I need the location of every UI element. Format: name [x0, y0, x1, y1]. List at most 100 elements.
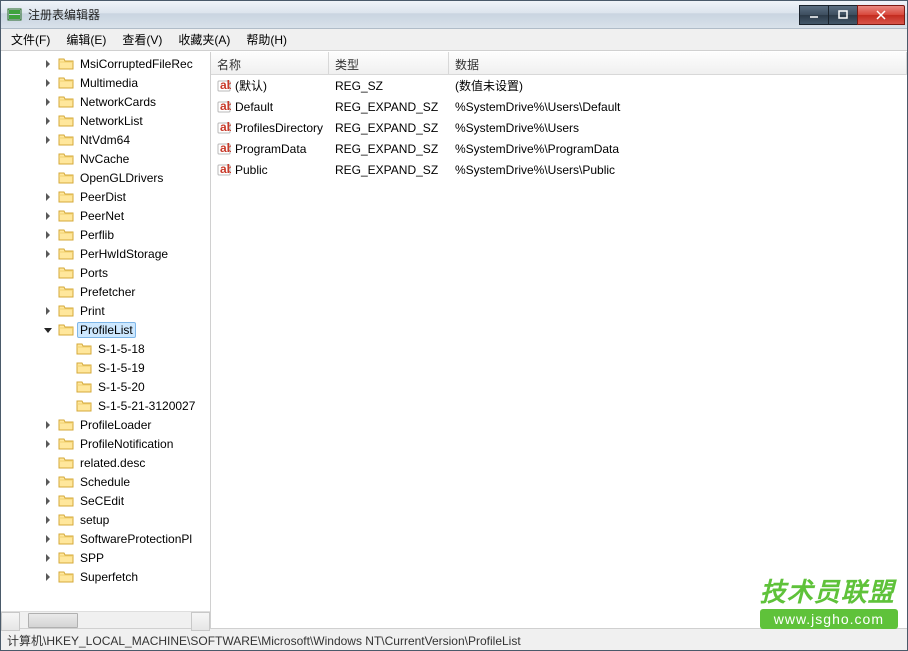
list-row[interactable]: abProgramDataREG_EXPAND_SZ%SystemDrive%\… [211, 138, 907, 159]
app-icon [7, 7, 23, 23]
chevron-right-icon[interactable] [41, 475, 55, 489]
chevron-right-icon[interactable] [41, 57, 55, 71]
column-name[interactable]: 名称 [211, 52, 329, 74]
tree-item[interactable]: PeerNet [1, 206, 210, 225]
tree-item[interactable]: Superfetch [1, 567, 210, 586]
tree-label: PerHwIdStorage [77, 246, 171, 262]
list-body[interactable]: ab(默认)REG_SZ(数值未设置)abDefaultREG_EXPAND_S… [211, 75, 907, 628]
tree-label: ProfileLoader [77, 417, 154, 433]
reg-string-icon: ab [217, 121, 231, 135]
tree-item[interactable]: Schedule [1, 472, 210, 491]
tree-item[interactable]: Ports [1, 263, 210, 282]
tree-label: Perflib [77, 227, 117, 243]
tree-item[interactable]: S-1-5-20 [1, 377, 210, 396]
tree-item[interactable]: ProfileNotification [1, 434, 210, 453]
tree-scroll[interactable]: MsiCorruptedFileRecMultimediaNetworkCard… [1, 52, 210, 611]
chevron-right-icon[interactable] [41, 570, 55, 584]
list-row[interactable]: abDefaultREG_EXPAND_SZ%SystemDrive%\User… [211, 96, 907, 117]
folder-icon [58, 114, 74, 128]
folder-icon [58, 209, 74, 223]
tree-item[interactable]: S-1-5-19 [1, 358, 210, 377]
column-type[interactable]: 类型 [329, 52, 449, 74]
tree-label: SPP [77, 550, 107, 566]
tree-h-scrollbar[interactable] [1, 611, 210, 628]
list-row[interactable]: abPublicREG_EXPAND_SZ%SystemDrive%\Users… [211, 159, 907, 180]
svg-text:ab: ab [220, 79, 231, 92]
tree-item[interactable]: S-1-5-21-3120027 [1, 396, 210, 415]
chevron-right-icon[interactable] [41, 114, 55, 128]
tree-label: Ports [77, 265, 111, 281]
chevron-down-icon[interactable] [41, 323, 55, 337]
tree-item[interactable]: PeerDist [1, 187, 210, 206]
chevron-right-icon[interactable] [41, 494, 55, 508]
tree-item[interactable]: S-1-5-18 [1, 339, 210, 358]
folder-icon [58, 304, 74, 318]
tree-item[interactable]: NetworkCards [1, 92, 210, 111]
tree-item[interactable]: SoftwareProtectionPl [1, 529, 210, 548]
chevron-right-icon[interactable] [41, 133, 55, 147]
tree-item[interactable]: Print [1, 301, 210, 320]
tree-item[interactable]: ProfileLoader [1, 415, 210, 434]
menu-help[interactable]: 帮助(H) [238, 28, 295, 51]
chevron-right-icon[interactable] [41, 228, 55, 242]
tree-item[interactable]: ProfileList [1, 320, 210, 339]
chevron-right-icon[interactable] [41, 190, 55, 204]
folder-icon [58, 133, 74, 147]
folder-icon [58, 437, 74, 451]
chevron-right-icon[interactable] [41, 209, 55, 223]
tree-label: ProfileNotification [77, 436, 176, 452]
tree-item[interactable]: NetworkList [1, 111, 210, 130]
chevron-right-icon[interactable] [41, 418, 55, 432]
value-name: Public [235, 163, 268, 177]
menu-file[interactable]: 文件(F) [3, 28, 58, 51]
list-row[interactable]: abProfilesDirectoryREG_EXPAND_SZ%SystemD… [211, 117, 907, 138]
folder-icon [58, 247, 74, 261]
chevron-right-icon[interactable] [41, 532, 55, 546]
menu-favorites[interactable]: 收藏夹(A) [170, 28, 238, 51]
titlebar[interactable]: 注册表编辑器 [1, 1, 907, 29]
maximize-button[interactable] [828, 5, 858, 25]
folder-icon [58, 418, 74, 432]
tree-item[interactable]: MsiCorruptedFileRec [1, 54, 210, 73]
reg-string-icon: ab [217, 163, 231, 177]
folder-icon [58, 285, 74, 299]
svg-text:ab: ab [220, 100, 231, 113]
chevron-right-icon[interactable] [41, 437, 55, 451]
tree-item[interactable]: OpenGLDrivers [1, 168, 210, 187]
value-type: REG_SZ [329, 79, 449, 93]
window-title: 注册表编辑器 [28, 6, 800, 23]
list-row[interactable]: ab(默认)REG_SZ(数值未设置) [211, 75, 907, 96]
tree-item[interactable]: SeCEdit [1, 491, 210, 510]
column-data[interactable]: 数据 [449, 52, 907, 74]
folder-icon [76, 342, 92, 356]
tree-item[interactable]: Prefetcher [1, 282, 210, 301]
menu-edit[interactable]: 编辑(E) [58, 28, 114, 51]
chevron-right-icon[interactable] [41, 304, 55, 318]
chevron-right-icon[interactable] [41, 247, 55, 261]
menu-view[interactable]: 查看(V) [114, 28, 170, 51]
expander-none [41, 171, 55, 185]
expander-none [41, 266, 55, 280]
value-type: REG_EXPAND_SZ [329, 142, 449, 156]
tree-label: Print [77, 303, 108, 319]
tree-item[interactable]: Multimedia [1, 73, 210, 92]
chevron-right-icon[interactable] [41, 76, 55, 90]
tree-item[interactable]: SPP [1, 548, 210, 567]
tree-item[interactable]: related.desc [1, 453, 210, 472]
folder-icon [58, 532, 74, 546]
close-button[interactable] [857, 5, 905, 25]
value-data: %SystemDrive%\ProgramData [449, 142, 907, 156]
tree-item[interactable]: PerHwIdStorage [1, 244, 210, 263]
value-name: ProfilesDirectory [235, 121, 323, 135]
minimize-button[interactable] [799, 5, 829, 25]
reg-string-icon: ab [217, 79, 231, 93]
chevron-right-icon[interactable] [41, 513, 55, 527]
chevron-right-icon[interactable] [41, 95, 55, 109]
tree-item[interactable]: Perflib [1, 225, 210, 244]
tree-item[interactable]: NvCache [1, 149, 210, 168]
chevron-right-icon[interactable] [41, 551, 55, 565]
scrollbar-thumb[interactable] [28, 613, 78, 628]
tree-item[interactable]: setup [1, 510, 210, 529]
folder-icon [58, 57, 74, 71]
tree-item[interactable]: NtVdm64 [1, 130, 210, 149]
